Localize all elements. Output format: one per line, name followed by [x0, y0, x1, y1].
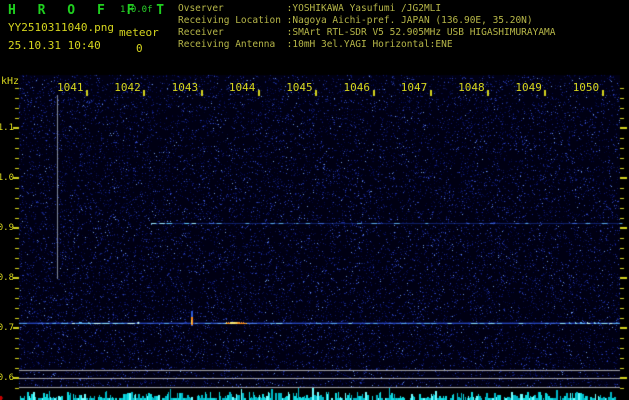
x-tick-label: 1042 [114, 81, 141, 94]
hrofft-screen: { "header": { "title": "H R O F F T", "v… [0, 0, 629, 400]
x-tick-label: 1044 [228, 81, 256, 94]
receiver-line: Receiver :SMArt RTL-SDR V5 52.905MHz USB… [178, 27, 556, 38]
x-tick-label: 1043 [171, 81, 199, 94]
y-tick-label: 0.8 [0, 273, 14, 283]
receiving-location-line: Receiving Location :Nagoya Aichi-pref. J… [178, 15, 533, 26]
output-filename: YY2510311040.png [8, 21, 114, 34]
x-tick-label: 1041 [57, 81, 84, 94]
x-tick-label: 1048 [458, 81, 485, 94]
receiving-antenna-line: Receiving Antenna :10mH 3el.YAGI Horizon… [178, 39, 453, 50]
y-axis-unit-label: kHz [1, 76, 20, 87]
y-tick-label: 1.1 [0, 123, 14, 133]
x-tick-label: 1047 [400, 81, 428, 94]
station-info: Ovserver :YOSHIKAWA Yasufumi /JG2MLI Rec… [178, 3, 556, 51]
x-tick-label: 1049 [515, 81, 542, 94]
meteor-count-label: meteor [119, 26, 159, 39]
x-tick-label: 1045 [286, 81, 313, 94]
y-tick-label: 0.7 [0, 323, 14, 333]
x-tick-label: 1046 [343, 81, 371, 94]
observer-line: Ovserver :YOSHIKAWA Yasufumi /JG2MLI [178, 3, 442, 14]
meteor-count-value: 0 [136, 42, 143, 55]
y-tick-label: 0.6 [0, 373, 14, 383]
y-tick-label: 0.9 [0, 223, 14, 233]
app-version: 1.0.0f [120, 5, 153, 15]
y-tick-label: 1.0 [0, 173, 14, 183]
spectrogram-canvas [0, 0, 629, 400]
x-tick-label: 1050 [572, 81, 600, 94]
date-time: 25.10.31 10:40 [8, 39, 101, 52]
